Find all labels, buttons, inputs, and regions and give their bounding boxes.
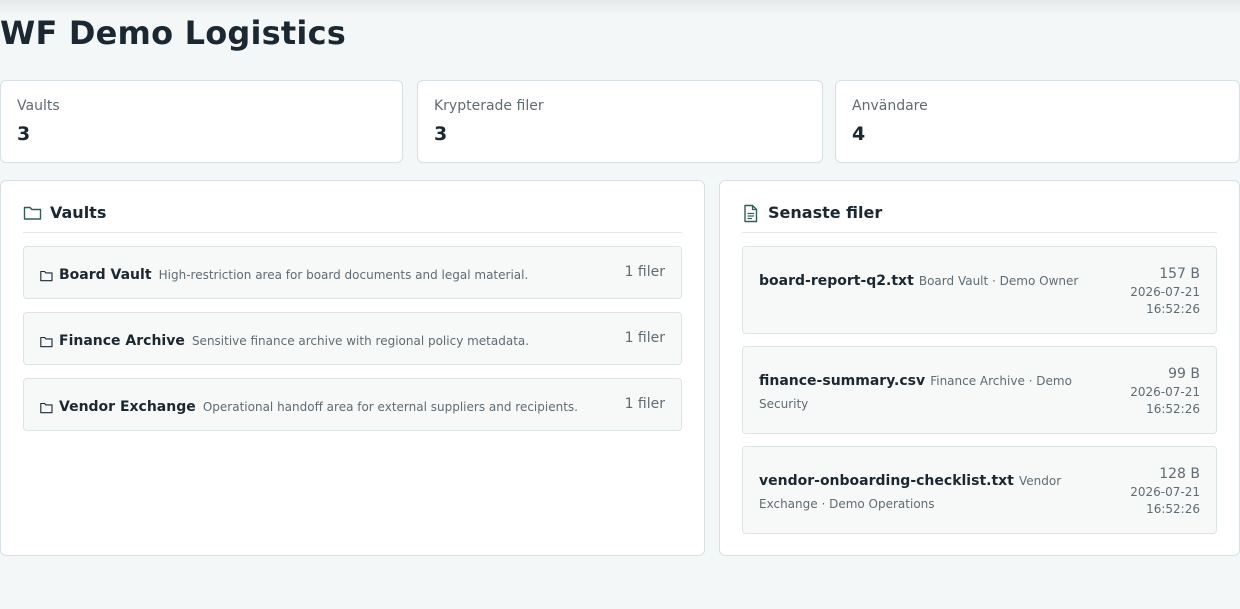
stat-card-encrypted-files: Krypterade filer 3 xyxy=(417,80,823,163)
vaults-panel-title: Vaults xyxy=(50,203,107,222)
file-size: 128 B xyxy=(1159,466,1200,482)
file-row-vendor-onboarding[interactable]: vendor-onboarding-checklist.txt Vendor E… xyxy=(742,446,1217,534)
vault-file-count: 1 filer xyxy=(624,264,665,280)
stat-card-vaults: Vaults 3 xyxy=(0,80,403,163)
file-date: 2026-07-21 xyxy=(1130,285,1200,299)
document-icon xyxy=(742,203,768,227)
vault-row-board-vault[interactable]: Board Vault High-restriction area for bo… xyxy=(23,246,682,299)
vault-file-count: 1 filer xyxy=(624,396,665,412)
folder-icon xyxy=(40,333,53,352)
folder-icon xyxy=(23,203,50,226)
vault-name: Vendor Exchange xyxy=(59,399,196,415)
file-meta: Board Vault · Demo Owner xyxy=(918,274,1079,288)
vault-name: Board Vault xyxy=(59,267,152,283)
file-size: 157 B xyxy=(1159,266,1200,282)
file-name: vendor-onboarding-checklist.txt xyxy=(759,473,1014,489)
file-row-board-report[interactable]: board-report-q2.txt Board Vault · Demo O… xyxy=(742,246,1217,334)
vault-row-finance-archive[interactable]: Finance Archive Sensitive finance archiv… xyxy=(23,312,682,365)
recent-files-panel-header: Senaste filer xyxy=(742,203,1217,233)
stat-label: Användare xyxy=(852,98,928,114)
file-time: 16:52:26 xyxy=(1146,402,1200,416)
folder-icon xyxy=(40,267,53,286)
vault-description: High-restriction area for board document… xyxy=(158,268,529,282)
file-time: 16:52:26 xyxy=(1146,302,1200,316)
recent-files-panel-title: Senaste filer xyxy=(768,203,883,222)
vaults-panel-header: Vaults xyxy=(23,203,682,233)
folder-icon xyxy=(40,399,53,418)
stat-label: Krypterade filer xyxy=(434,98,544,114)
file-date: 2026-07-21 xyxy=(1130,485,1200,499)
file-time: 16:52:26 xyxy=(1146,502,1200,516)
vault-row-vendor-exchange[interactable]: Vendor Exchange Operational handoff area… xyxy=(23,378,682,431)
recent-files-panel: Senaste filer board-report-q2.txt Board … xyxy=(719,180,1240,556)
file-row-finance-summary[interactable]: finance-summary.csv Finance Archive · De… xyxy=(742,346,1217,434)
vault-description: Sensitive finance archive with regional … xyxy=(191,334,530,348)
page-title: WF Demo Logistics xyxy=(0,14,347,52)
file-name: board-report-q2.txt xyxy=(759,273,914,289)
stat-label: Vaults xyxy=(17,98,60,114)
vault-description: Operational handoff area for external su… xyxy=(202,400,578,414)
file-name: finance-summary.csv xyxy=(759,373,926,389)
vaults-panel: Vaults Board Vault High-restriction area… xyxy=(0,180,705,556)
vault-name: Finance Archive xyxy=(59,333,185,349)
file-size: 99 B xyxy=(1168,366,1200,382)
stat-value: 3 xyxy=(17,123,31,145)
stat-value: 3 xyxy=(434,123,448,145)
file-date: 2026-07-21 xyxy=(1130,385,1200,399)
stat-card-users: Användare 4 xyxy=(835,80,1240,163)
stat-value: 4 xyxy=(852,123,866,145)
vault-file-count: 1 filer xyxy=(624,330,665,346)
